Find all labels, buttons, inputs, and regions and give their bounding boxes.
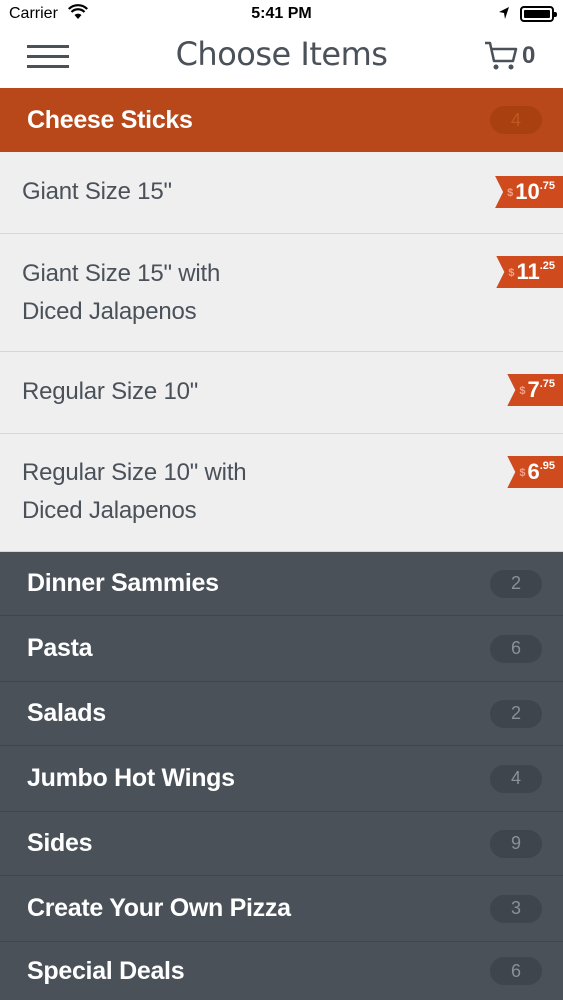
category-create-your-own-pizza[interactable]: Create Your Own Pizza 3: [0, 876, 563, 942]
category-count-badge: 4: [490, 764, 542, 793]
item-name-line1: Regular Size 10": [22, 378, 199, 405]
category-dinner-sammies[interactable]: Dinner Sammies 2: [0, 552, 563, 616]
item-name-line2: Diced Jalapenos: [22, 497, 197, 524]
category-count-badge: 3: [490, 894, 542, 923]
category-label: Jumbo Hot Wings: [27, 764, 235, 792]
price-tag: $ 7 .75: [507, 374, 563, 406]
cart-button[interactable]: 0: [484, 38, 535, 74]
status-time: 5:41 PM: [251, 5, 312, 22]
page-title: Choose Items: [175, 35, 388, 73]
category-salads[interactable]: Salads 2: [0, 682, 563, 746]
cart-icon: [485, 41, 518, 70]
category-count-badge: 2: [490, 699, 542, 728]
category-label: Salads: [27, 699, 106, 727]
nav-bar: Choose Items 0: [0, 30, 563, 88]
category-label: Pasta: [27, 634, 93, 662]
category-count-badge: 6: [490, 634, 542, 663]
category-count-badge: 2: [490, 569, 542, 598]
battery-icon: [520, 6, 557, 22]
item-name-line1: Regular Size 10" with: [22, 459, 247, 486]
price-tag: $ 6 .95: [507, 456, 563, 488]
category-count-badge: 4: [490, 106, 542, 134]
item-name-line1: Giant Size 15": [22, 178, 172, 205]
menu-item[interactable]: Giant Size 15" $ 10 .75: [0, 152, 563, 234]
category-label: Sides: [27, 829, 93, 857]
cart-count: 0: [522, 42, 536, 69]
category-label: Special Deals: [27, 956, 185, 985]
menu-item[interactable]: Regular Size 10" with Diced Jalapenos $ …: [0, 434, 563, 552]
category-label: Cheese Sticks: [27, 105, 193, 134]
price-tag: $ 10 .75: [495, 176, 563, 208]
category-count-badge: 9: [490, 829, 542, 858]
category-label: Create Your Own Pizza: [27, 894, 291, 922]
category-jumbo-hot-wings[interactable]: Jumbo Hot Wings 4: [0, 746, 563, 812]
category-count-badge: 6: [490, 957, 542, 985]
item-name-line1: Giant Size 15" with: [22, 260, 221, 287]
category-special-deals[interactable]: Special Deals 6: [0, 942, 563, 1000]
status-bar: Carrier 5:41 PM: [0, 0, 563, 30]
category-label: Dinner Sammies: [27, 569, 219, 597]
category-header-cheese-sticks[interactable]: Cheese Sticks 4: [0, 88, 563, 152]
price-tag: $ 11 .25: [496, 256, 563, 288]
menu-item[interactable]: Regular Size 10" $ 7 .75: [0, 352, 563, 434]
category-pasta[interactable]: Pasta 6: [0, 616, 563, 682]
location-arrow-icon: [499, 7, 509, 19]
category-sides[interactable]: Sides 9: [0, 812, 563, 876]
item-name-line2: Diced Jalapenos: [22, 298, 197, 325]
menu-item[interactable]: Giant Size 15" with Diced Jalapenos $ 11…: [0, 234, 563, 352]
